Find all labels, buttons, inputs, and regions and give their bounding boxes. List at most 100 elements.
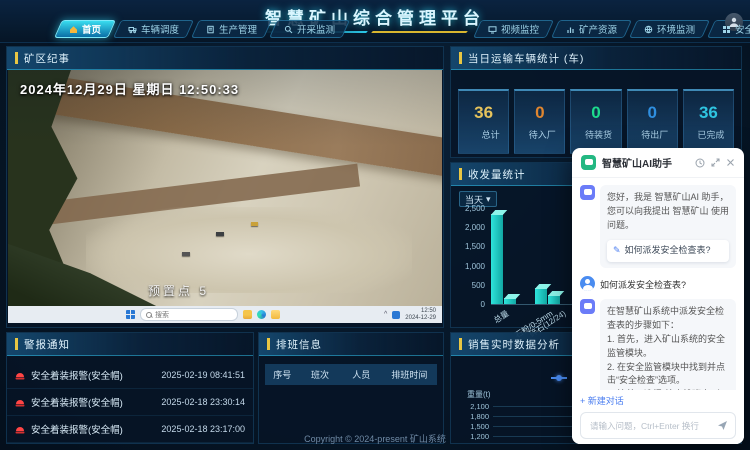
tab-label: 矿产资源 (579, 22, 617, 36)
panel-shift-schedule: 排班信息 序号 班次 人员 排班时间 (258, 332, 444, 444)
col-seq: 序号 (265, 368, 299, 381)
stat-waiting-loading: 0 待装货 (570, 89, 621, 154)
home-icon (69, 25, 78, 34)
tab-vehicle-dispatch[interactable]: 车辆调度 (117, 20, 190, 38)
stat-cards: 36 总计 0 待入厂 0 待装货 0 待出厂 36 已完成 (458, 89, 734, 154)
bot-message: 您好，我是 智慧矿山AI 助手，您可以向我提出 智慧矿山 使用问题。 ✎ 如何派… (580, 185, 736, 268)
chat-area: 您好，我是 智慧矿山AI 助手，您可以向我提出 智慧矿山 使用问题。 ✎ 如何派… (572, 177, 744, 390)
stat-value: 36 (699, 103, 718, 123)
taskbar-search: 搜索 (140, 308, 238, 321)
stat-value: 0 (591, 103, 600, 123)
windows-start-icon (126, 310, 135, 319)
panel-header: 矿区纪事 (7, 47, 443, 70)
answer-text: 在智慧矿山系统中派发安全检查表的步骤如下： 1. 首先，进入矿山系统的安全监管模… (600, 299, 736, 390)
stat-label: 总计 (468, 128, 500, 141)
y-tick: 500 (459, 281, 485, 290)
search-label: 搜索 (155, 310, 169, 320)
ai-header: 智慧矿山AI助手 (572, 148, 744, 178)
chat-input-wrapper (580, 412, 736, 439)
stat-total: 36 总计 (458, 89, 509, 154)
stat-label: 已完成 (692, 128, 724, 141)
y-tick: 1,500 (459, 242, 485, 251)
alarm-icon (15, 370, 25, 381)
grid-icon (722, 25, 731, 34)
y-tick: 1,000 (459, 262, 485, 271)
col-shift: 班次 (299, 368, 340, 381)
stat-completed: 36 已完成 (683, 89, 734, 154)
tray-caret-icon: ^ (384, 311, 387, 318)
bot-message: 在智慧矿山系统中派发安全检查表的步骤如下： 1. 首先，进入矿山系统的安全监管模… (580, 299, 736, 390)
stat-waiting-exit: 0 待出厂 (627, 89, 678, 154)
expand-icon[interactable] (711, 158, 720, 167)
panel-alert-notifications: 警报通知 安全着装报警(安全帽) 2025-02-19 08:41:51 安全着… (6, 332, 254, 444)
pencil-icon: ✎ (613, 244, 621, 258)
bar (535, 288, 547, 304)
bar (504, 298, 516, 304)
panel-title: 收发量统计 (468, 167, 526, 182)
new-conversation-link[interactable]: + 新建对话 (580, 394, 736, 407)
series-legend (551, 375, 562, 381)
y-tick: 2,000 (459, 223, 485, 232)
series-legend-dot (556, 375, 562, 381)
tab-production-management[interactable]: 生产管理 (195, 20, 268, 38)
bot-bubble: 您好，我是 智慧矿山AI 助手，您可以向我提出 智慧矿山 使用问题。 ✎ 如何派… (600, 185, 736, 268)
stat-value: 0 (535, 103, 544, 123)
y-tick: 1,500 (457, 422, 489, 431)
tab-home[interactable]: 首页 (58, 20, 112, 38)
panel-title: 排班信息 (276, 337, 322, 352)
col-time: 排班时间 (382, 368, 437, 381)
title-decor-yellow (371, 31, 468, 33)
suggested-question: 如何派发安全检查表? (625, 244, 711, 258)
stat-value: 36 (474, 103, 493, 123)
tab-video-monitoring[interactable]: 视频监控 (477, 20, 550, 38)
close-icon[interactable] (726, 158, 735, 167)
globe-icon (644, 25, 653, 34)
user-question-text: 如何派发安全检查表? (600, 276, 686, 291)
alert-list: 安全着装报警(安全帽) 2025-02-19 08:41:51 安全着装报警(安… (7, 356, 253, 443)
magnifier-icon (284, 25, 293, 34)
video-shade (8, 70, 442, 323)
tab-label: 环境监测 (657, 22, 695, 36)
panel-header: 警报通知 (7, 333, 253, 356)
tab-mineral-resources[interactable]: 矿产资源 (555, 20, 628, 38)
send-icon[interactable] (717, 420, 728, 431)
stat-label: 待装货 (580, 128, 612, 141)
panel-title: 当日运输车辆统计 (车) (468, 51, 584, 66)
alert-row[interactable]: 安全着装报警(安全帽) 2025-02-19 08:41:51 (7, 362, 253, 389)
chat-input[interactable] (588, 420, 713, 432)
panel-vehicle-stats: 当日运输车辆统计 (车) 36 总计 0 待入厂 0 待装货 0 待出厂 36 … (450, 46, 742, 158)
panel-title: 矿区纪事 (24, 51, 70, 66)
alarm-icon (15, 397, 25, 408)
search-icon (146, 312, 152, 318)
y-tick: 2,100 (457, 402, 489, 411)
alert-time: 2025-02-18 23:30:14 (161, 397, 245, 407)
stat-label: 待入厂 (524, 128, 556, 141)
schedule-table-header: 序号 班次 人员 排班时间 (265, 364, 437, 385)
truck-icon (128, 25, 137, 34)
y-axis-label: 重量(t) (467, 389, 491, 400)
tab-mining-monitoring[interactable]: 开采监测 (273, 20, 346, 38)
smart-mine-dashboard: 智慧矿山综合管理平台 首页 车辆调度 生产管理 (0, 0, 750, 450)
ai-title: 智慧矿山AI助手 (602, 155, 689, 170)
app-header: 智慧矿山综合管理平台 首页 车辆调度 生产管理 (0, 0, 750, 43)
history-icon[interactable] (695, 158, 705, 168)
alert-label: 安全着装报警(安全帽) (31, 368, 155, 382)
stat-waiting-entry: 0 待入厂 (514, 89, 565, 154)
monitor-icon (488, 25, 497, 34)
windows-taskbar: 搜索 ^ 12:50 2024-12-29 (8, 306, 442, 323)
suggested-question-chip[interactable]: ✎ 如何派发安全检查表? (607, 240, 729, 262)
bar (491, 214, 503, 304)
y-tick: 2,500 (459, 204, 485, 213)
ai-footer: + 新建对话 (572, 390, 744, 444)
alert-label: 安全着装报警(安全帽) (31, 395, 155, 409)
tab-label: 安全监管 (735, 22, 750, 36)
tab-label: 车辆调度 (141, 22, 179, 36)
alert-time: 2025-02-19 08:41:51 (161, 370, 245, 380)
user-message: 如何派发安全检查表? (580, 276, 736, 291)
stat-value: 0 (647, 103, 656, 123)
tab-environment-monitoring[interactable]: 环境监测 (633, 20, 706, 38)
alert-row[interactable]: 安全着装报警(安全帽) 2025-02-18 23:30:14 (7, 389, 253, 416)
tray-badge-icon (392, 311, 400, 319)
tab-label: 视频监控 (501, 22, 539, 36)
ai-assistant-panel: 智慧矿山AI助手 您好，我是 智慧矿山AI 助手，您可以向我提出 智慧矿山 使用… (572, 148, 744, 444)
